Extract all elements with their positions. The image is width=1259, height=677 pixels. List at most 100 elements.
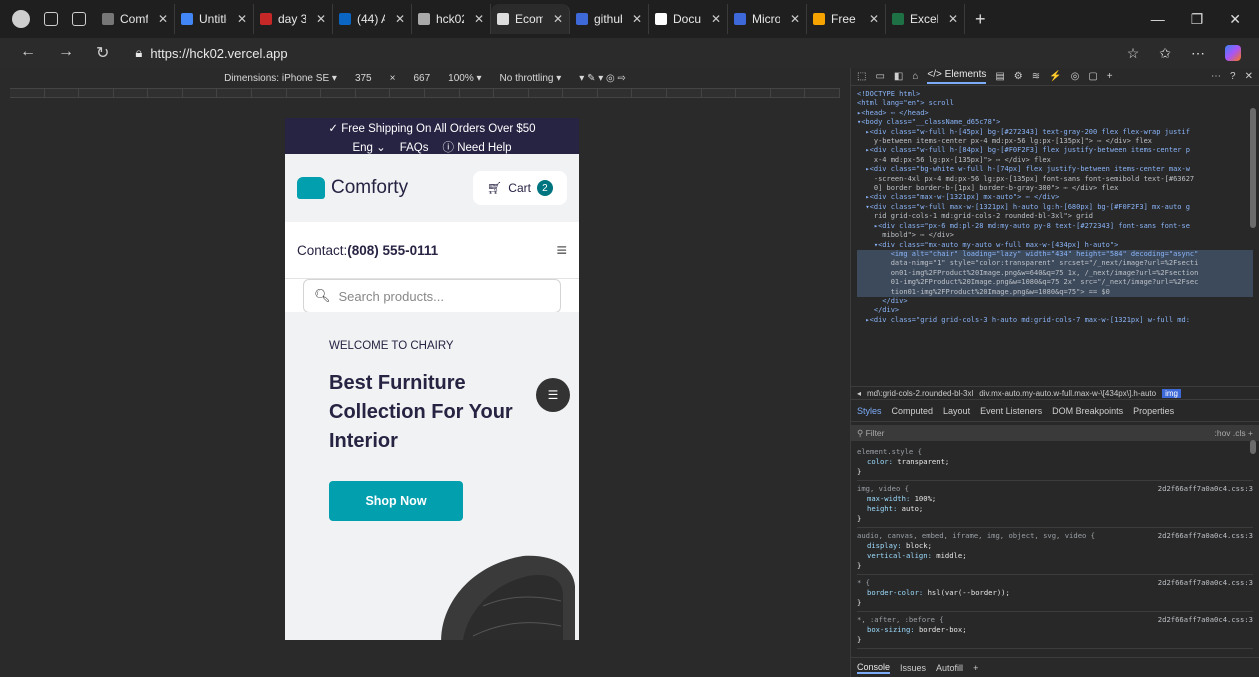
css-declaration[interactable]: max-width: 100%; xyxy=(857,494,1253,504)
browser-tab[interactable]: day 3 pdf ✕ xyxy=(254,4,333,34)
dom-node-line[interactable]: mibold"> ⋯ </div> xyxy=(857,231,1253,240)
dom-node-line[interactable]: x-4 md:px-56 lg:px-[135px]"> ⋯ </div> fl… xyxy=(857,156,1253,165)
close-tab-icon[interactable]: ✕ xyxy=(237,12,247,26)
browser-tab[interactable]: github - S ✕ xyxy=(570,4,649,34)
css-declaration[interactable]: vertical-align: middle; xyxy=(857,551,1253,561)
console-tab-icon[interactable]: ▤ xyxy=(995,71,1004,82)
tab-styles[interactable]: Styles xyxy=(857,406,882,416)
shop-now-button[interactable]: Shop Now xyxy=(329,481,463,521)
breadcrumb-item[interactable]: md\:grid-cols-2.rounded-bl-3xl xyxy=(867,389,973,398)
more-icon[interactable]: ⋯ xyxy=(1191,45,1205,62)
css-rule[interactable]: img, video {2d2f66aff7a0a0c4.css:3 max-wi… xyxy=(857,481,1253,528)
need-help-link[interactable]: ⓘ Need Help xyxy=(443,141,512,155)
dom-node-line[interactable]: <!DOCTYPE html> xyxy=(857,90,1253,99)
breadcrumb-item[interactable]: img xyxy=(1162,388,1181,398)
close-tab-icon[interactable]: ✕ xyxy=(790,12,800,26)
css-source-link[interactable]: 2d2f66aff7a0a0c4.css:3 xyxy=(1158,531,1253,541)
inspect-icon[interactable]: ⬚ xyxy=(857,71,866,82)
tab-elements[interactable]: </> Elements xyxy=(927,69,987,84)
dom-node-line[interactable]: data-nimg="1" style="color:transparent" … xyxy=(857,259,1253,269)
css-declaration[interactable]: box-sizing: border-box; xyxy=(857,625,1253,635)
dom-node-line[interactable]: ▸<div class="grid grid-cols-3 h-auto md:… xyxy=(857,316,1253,325)
close-tab-icon[interactable]: ✕ xyxy=(711,12,721,26)
device-width-input[interactable]: 375 xyxy=(355,73,372,84)
dom-node-line[interactable]: ▸<div class="w-full h-[84px] bg-[#F0F2F3… xyxy=(857,146,1253,155)
dom-node-line[interactable]: </div> xyxy=(857,297,1253,306)
dom-node-line[interactable]: rid grid-cols-1 md:grid-cols-2 rounded-b… xyxy=(857,212,1253,221)
help-icon[interactable]: ? xyxy=(1230,71,1236,82)
site-logo[interactable]: Comforty xyxy=(297,177,408,199)
dom-node-line[interactable]: ▸<div class="max-w-[1321px] mx-auto"> ⋯ … xyxy=(857,193,1253,202)
restore-icon[interactable]: ❐ xyxy=(1191,11,1204,28)
throttling-select[interactable]: No throttling ▾ xyxy=(500,73,562,84)
tab-dom-breakpoints[interactable]: DOM Breakpoints xyxy=(1052,406,1123,416)
close-devtools-icon[interactable]: ✕ xyxy=(1245,71,1253,82)
tab-layout[interactable]: Layout xyxy=(943,406,970,416)
application-icon[interactable]: ▢ xyxy=(1088,71,1097,82)
add-drawer-tab-icon[interactable]: + xyxy=(973,663,978,673)
faqs-link[interactable]: FAQs xyxy=(400,141,429,155)
drawer-tab-console[interactable]: Console xyxy=(857,662,891,674)
device-dimensions-select[interactable]: Dimensions: iPhone SE ▾ xyxy=(224,73,337,84)
network-icon[interactable]: ≋ xyxy=(1032,71,1040,82)
browser-tab[interactable]: Microsoft ✕ xyxy=(728,4,807,34)
css-rule[interactable]: audio, canvas, embed, iframe, img, objec… xyxy=(857,528,1253,575)
sensors-icon[interactable]: ▾ ✎ ▾ ◎ ⇨ xyxy=(579,73,626,84)
dom-node-line[interactable]: ▾<body class="__className_d65c78"> xyxy=(857,118,1253,127)
browser-tab[interactable]: Documen ✕ xyxy=(649,4,728,34)
floating-filter-button[interactable]: ☰ xyxy=(536,378,570,412)
css-declaration[interactable]: border-color: hsl(var(--border)); xyxy=(857,588,1253,598)
more-tools-icon[interactable]: + xyxy=(1107,71,1113,82)
memory-icon[interactable]: ◎ xyxy=(1071,71,1080,82)
new-tab-button[interactable]: + xyxy=(965,9,996,30)
close-window-icon[interactable]: ✕ xyxy=(1229,11,1241,28)
css-source-link[interactable]: 2d2f66aff7a0a0c4.css:3 xyxy=(1158,615,1253,625)
css-rule[interactable]: *, :after, :before {2d2f66aff7a0a0c4.css… xyxy=(857,612,1253,649)
close-tab-icon[interactable]: ✕ xyxy=(632,12,642,26)
close-tab-icon[interactable]: ✕ xyxy=(948,12,958,26)
dom-node-line[interactable]: <html lang="en"> scroll xyxy=(857,99,1253,108)
close-tab-icon[interactable]: ✕ xyxy=(316,12,326,26)
browser-tab[interactable]: Untitled d ✕ xyxy=(175,4,254,34)
browser-tab[interactable]: Free Onlir ✕ xyxy=(807,4,886,34)
css-source-link[interactable]: 2d2f66aff7a0a0c4.css:3 xyxy=(1158,578,1253,588)
cart-button[interactable]: 🛒︎ Cart 2 xyxy=(473,171,567,205)
devtools-more-icon[interactable]: ⋯ xyxy=(1211,71,1221,82)
css-declaration[interactable]: height: auto; xyxy=(857,504,1253,514)
browser-tab[interactable]: hck02 - C ✕ xyxy=(412,4,491,34)
close-tab-icon[interactable]: ✕ xyxy=(158,12,168,26)
dock-icon[interactable]: ◧ xyxy=(894,71,903,82)
performance-icon[interactable]: ⚡ xyxy=(1049,71,1061,82)
dom-node-line[interactable]: 0] border border-b-[1px] border-b-gray-3… xyxy=(857,184,1253,193)
dom-node-line[interactable]: ▸<head> ⋯ </head> xyxy=(857,109,1253,118)
workspaces-icon[interactable] xyxy=(44,12,58,26)
styles-scrollbar[interactable] xyxy=(1250,440,1256,454)
copilot-icon[interactable] xyxy=(1225,44,1241,61)
dom-node-line[interactable]: <img alt="chair" loading="lazy" width="4… xyxy=(857,249,1253,260)
dom-node-line[interactable]: ▸<div class="w-full h-[45px] bg-[#272343… xyxy=(857,128,1253,137)
reload-icon[interactable]: ↻ xyxy=(96,43,109,63)
crumb-scroll-left-icon[interactable]: ◂ xyxy=(857,389,861,398)
tab-actions-icon[interactable] xyxy=(72,12,86,26)
browser-tab[interactable]: (44) Activ ✕ xyxy=(333,4,412,34)
close-tab-icon[interactable]: ✕ xyxy=(474,12,484,26)
device-toggle-icon[interactable]: ▭ xyxy=(875,71,884,82)
browser-tab[interactable]: Ecommer ✕ xyxy=(491,4,570,34)
close-tab-icon[interactable]: ✕ xyxy=(395,12,405,26)
filter-input[interactable]: ⚲ Filter xyxy=(857,428,884,439)
close-tab-icon[interactable]: ✕ xyxy=(869,12,879,26)
tab-properties[interactable]: Properties xyxy=(1133,406,1174,416)
styles-filter[interactable]: ⚲ Filter :hov .cls + xyxy=(851,425,1259,441)
css-rule[interactable]: element.style {color: transparent;} xyxy=(857,444,1253,481)
favorites-icon[interactable]: ✩ xyxy=(1159,45,1171,62)
dom-node-line[interactable]: </div> xyxy=(857,306,1253,315)
dom-node-line[interactable]: on01-img%2FProduct%20Image.png&w=640&q=7… xyxy=(857,268,1253,279)
dom-scrollbar[interactable] xyxy=(1250,108,1256,228)
dom-node-line[interactable]: ▸<div class="px-6 md:pl-28 md:my-auto py… xyxy=(857,222,1253,231)
css-source-link[interactable]: 2d2f66aff7a0a0c4.css:3 xyxy=(1158,484,1253,494)
dom-node-line[interactable]: 01-img%2FProduct%20Image.png&w=1080&q=75… xyxy=(857,278,1253,288)
css-declaration[interactable]: display: block; xyxy=(857,541,1253,551)
browser-tab[interactable]: Comforty ✕ xyxy=(96,4,175,34)
hamburger-menu-icon[interactable]: ≡ xyxy=(556,240,567,261)
dom-node-line[interactable]: tion01-img%2FProduct%20Image.png&w=1080&… xyxy=(857,287,1253,297)
